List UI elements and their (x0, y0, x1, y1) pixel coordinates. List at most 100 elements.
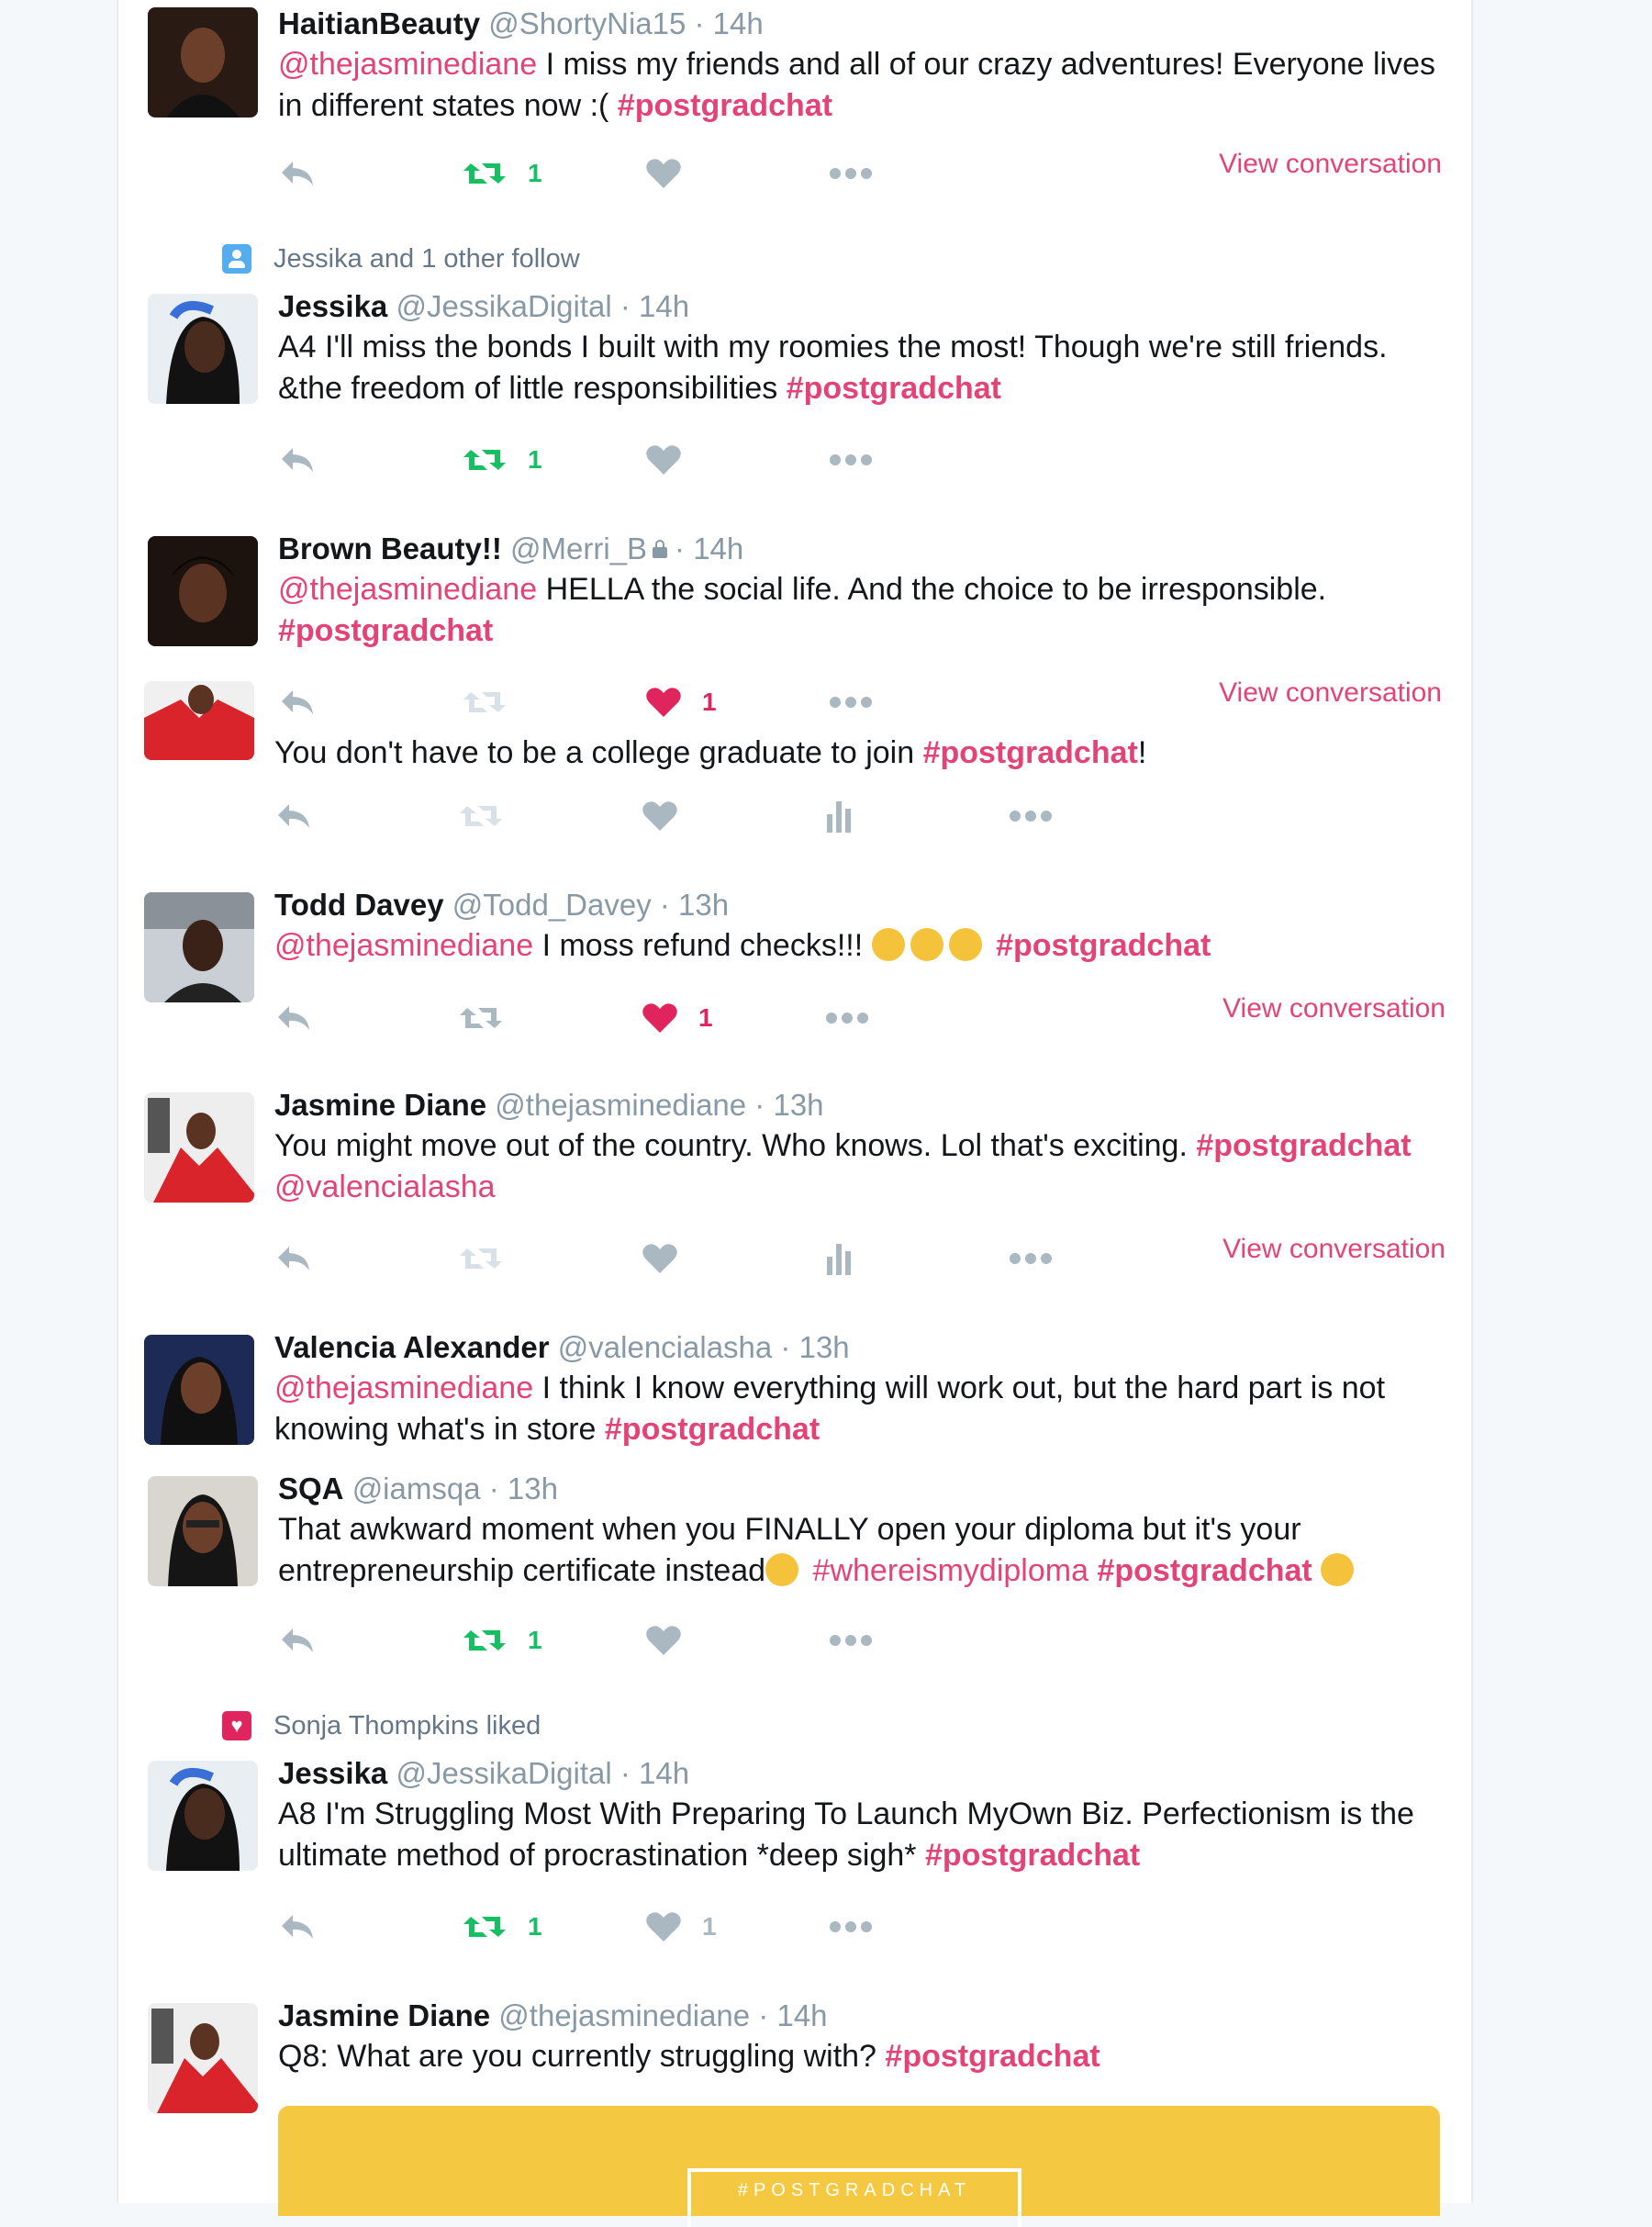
hashtag-link[interactable]: #postgradchat (618, 88, 832, 123)
reply-button[interactable] (278, 679, 317, 725)
avatar[interactable] (144, 1335, 254, 1445)
hashtag-link[interactable]: #postgradchat (923, 735, 1138, 770)
avatar[interactable] (144, 892, 254, 1002)
avatar[interactable] (144, 681, 254, 760)
like-button[interactable]: 1 (642, 995, 713, 1041)
like-button[interactable] (645, 437, 682, 483)
tweet[interactable]: You don't have to be a college graduate … (118, 681, 1471, 867)
author-name[interactable]: Todd Davey (274, 888, 444, 922)
like-button[interactable]: 1 (645, 1904, 717, 1950)
more-button[interactable] (829, 1617, 873, 1663)
author-name[interactable]: Jessika (278, 1756, 387, 1790)
author-handle[interactable]: @thejasminediane (495, 1088, 746, 1122)
more-button[interactable] (825, 995, 869, 1041)
mention-link[interactable]: @thejasminediane (278, 572, 537, 607)
retweet-button[interactable] (458, 995, 504, 1041)
tweet[interactable]: Valencia Alexander @valencialasha · 13h … (118, 1307, 1471, 1467)
hashtag-link[interactable]: #postgradchat (996, 928, 1211, 963)
hashtag-link[interactable]: #postgradchat (278, 613, 493, 648)
retweet-button[interactable]: 1 (462, 1617, 542, 1663)
tweet[interactable]: Todd Davey @Todd_Davey · 13h @thejasmine… (118, 865, 1471, 1067)
retweet-button[interactable]: 1 (462, 151, 542, 196)
author-handle[interactable]: @iamsqa (352, 1472, 481, 1505)
hashtag-link[interactable]: #postgradchat (925, 1838, 1140, 1873)
author-handle[interactable]: @valencialasha (558, 1330, 772, 1364)
reply-button[interactable] (274, 995, 313, 1041)
author-name[interactable]: Brown Beauty!! (278, 532, 502, 565)
view-conversation-link[interactable]: View conversation (1219, 677, 1442, 709)
hashtag-link[interactable]: #postgradchat (885, 2039, 1099, 2074)
reply-button[interactable] (278, 151, 317, 196)
more-button[interactable] (829, 151, 873, 196)
analytics-button[interactable] (825, 793, 853, 839)
author-handle[interactable]: @Todd_Davey (452, 888, 652, 922)
author-handle[interactable]: @JessikaDigital (396, 289, 611, 323)
author-name[interactable]: Jasmine Diane (274, 1088, 486, 1122)
like-button[interactable] (645, 151, 682, 196)
retweet-button[interactable]: 1 (462, 437, 542, 483)
hashtag-link[interactable]: #postgradchat (1196, 1128, 1411, 1163)
reply-button[interactable] (274, 793, 313, 839)
tweet[interactable]: Jasmine Diane @thejasminediane · 13h You… (118, 1065, 1471, 1309)
more-button[interactable] (829, 437, 873, 483)
more-button[interactable] (1009, 1236, 1053, 1281)
retweet-button[interactable] (458, 1236, 504, 1281)
author-name[interactable]: HaitianBeauty (278, 6, 480, 40)
tweet[interactable]: Jessika and 1 other follow Jessika @Jess… (118, 220, 1471, 509)
hashtag-link[interactable]: #postgradchat (605, 1412, 820, 1447)
avatar[interactable] (148, 1476, 258, 1586)
author-name[interactable]: Valencia Alexander (274, 1330, 550, 1364)
author-name[interactable]: Jessika (278, 289, 387, 323)
more-button[interactable] (829, 1904, 873, 1950)
timestamp[interactable]: 14h (639, 289, 689, 323)
tweet[interactable]: SQA @iamsqa · 13h That awkward moment wh… (118, 1467, 1471, 1689)
timestamp[interactable]: 13h (799, 1330, 850, 1364)
reply-button[interactable] (278, 1904, 317, 1950)
reply-button[interactable] (274, 1236, 313, 1281)
mention-link[interactable]: @thejasminediane (274, 928, 533, 963)
analytics-button[interactable] (825, 1236, 853, 1281)
view-conversation-link[interactable]: View conversation (1219, 149, 1442, 180)
tweet[interactable]: ♥ Sonja Thompkins liked Jessika @JessikaD… (118, 1687, 1471, 1975)
timestamp[interactable]: 13h (678, 888, 729, 922)
avatar[interactable] (148, 536, 258, 646)
mention-link[interactable]: @valencialasha (274, 1169, 496, 1204)
timestamp[interactable]: 13h (773, 1088, 823, 1122)
mention-link[interactable]: @thejasminediane (278, 47, 537, 82)
avatar[interactable] (144, 1092, 254, 1203)
author-handle[interactable]: @JessikaDigital (396, 1756, 611, 1790)
author-name[interactable]: Jasmine Diane (278, 1998, 490, 2032)
more-button[interactable] (829, 679, 873, 725)
author-handle[interactable]: @Merri_B (510, 532, 647, 565)
timestamp[interactable]: 14h (713, 6, 764, 40)
avatar[interactable] (148, 2003, 258, 2113)
view-conversation-link[interactable]: View conversation (1222, 993, 1446, 1024)
hashtag-link[interactable]: #postgradchat (787, 371, 1001, 406)
tweet[interactable]: Brown Beauty!! @Merri_B · 14h @thejasmine… (118, 507, 1471, 725)
timestamp[interactable]: 13h (508, 1472, 558, 1505)
mention-link[interactable]: #whereismydiploma (813, 1553, 1088, 1588)
mention-link[interactable]: @thejasminediane (274, 1371, 533, 1405)
more-button[interactable] (1009, 793, 1053, 839)
like-button[interactable] (645, 1617, 682, 1663)
hashtag-link[interactable]: #postgradchat (1097, 1553, 1312, 1588)
avatar[interactable] (148, 294, 258, 404)
reply-button[interactable] (278, 1617, 317, 1663)
retweet-button[interactable]: 1 (462, 1904, 542, 1950)
author-handle[interactable]: @thejasminediane (498, 1998, 750, 2032)
like-button[interactable] (642, 793, 678, 839)
timestamp[interactable]: 14h (693, 532, 743, 565)
avatar[interactable] (148, 1761, 258, 1871)
author-name[interactable]: SQA (278, 1472, 344, 1505)
retweet-button[interactable] (462, 679, 508, 725)
avatar[interactable] (148, 7, 258, 118)
author-handle[interactable]: @ShortyNia15 (488, 6, 686, 40)
tweet[interactable]: Jasmine Diane @thejasminediane · 14h Q8:… (118, 1974, 1471, 2227)
tweet[interactable]: HaitianBeauty @ShortyNia15 · 14h @thejas… (118, 0, 1471, 222)
timestamp[interactable]: 14h (776, 1998, 827, 2032)
media-card[interactable]: #POSTGRADCHAT (278, 2106, 1440, 2227)
reply-button[interactable] (278, 437, 317, 483)
timestamp[interactable]: 14h (639, 1756, 689, 1790)
view-conversation-link[interactable]: View conversation (1222, 1234, 1446, 1265)
like-button[interactable] (642, 1236, 678, 1281)
